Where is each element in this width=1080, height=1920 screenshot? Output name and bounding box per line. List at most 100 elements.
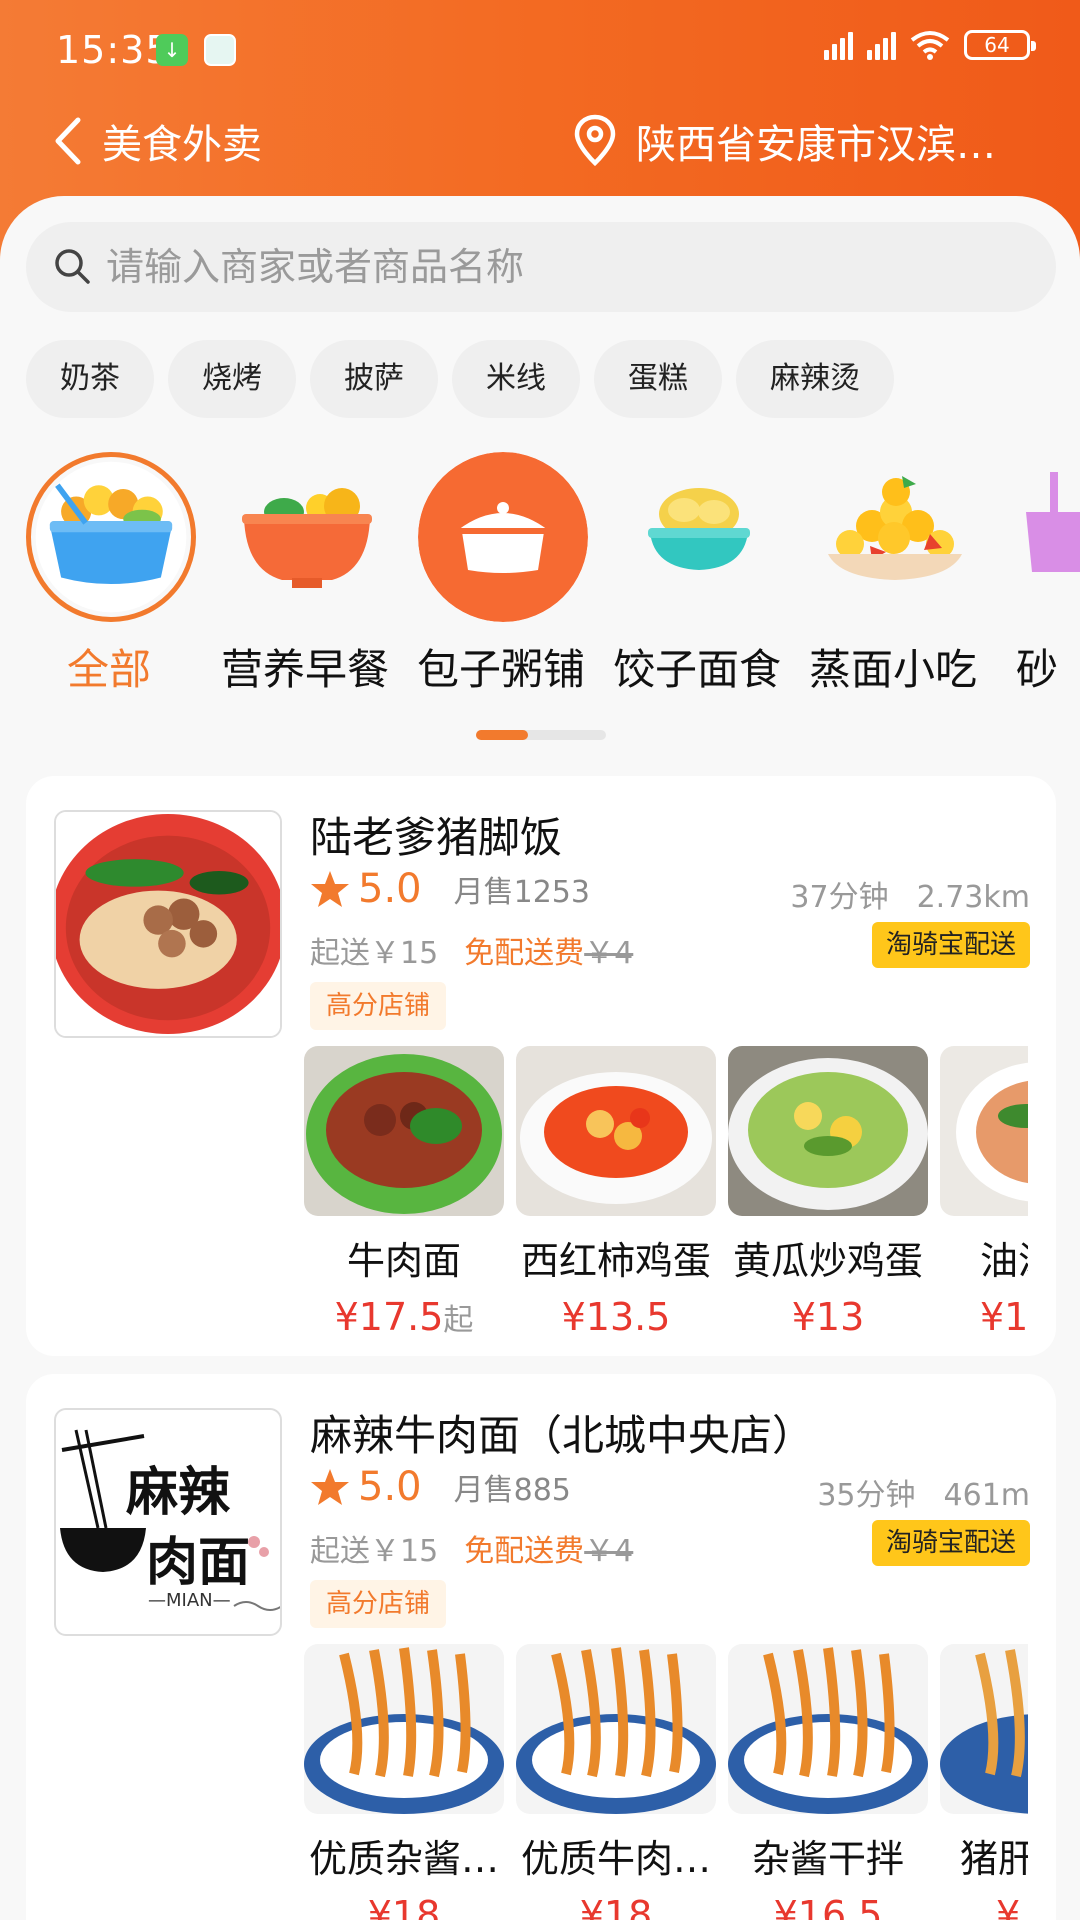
delivery-distance: 461m bbox=[943, 1478, 1030, 1513]
dish-name: 油泼 bbox=[980, 1239, 1028, 1283]
dish-image bbox=[728, 1644, 928, 1814]
location-pin-icon[interactable] bbox=[574, 114, 616, 166]
dish-item[interactable]: 牛肉面 ¥17.5起 bbox=[304, 1046, 504, 1339]
back-arrow-icon[interactable] bbox=[48, 114, 88, 168]
category-label: 营养早餐 bbox=[220, 645, 389, 694]
dish-item[interactable]: 西红柿鸡蛋 ¥13.5 bbox=[516, 1046, 716, 1339]
high-score-badge: 高分店铺 bbox=[310, 982, 447, 1030]
category-label: 饺子面食 bbox=[612, 645, 781, 694]
star-icon bbox=[311, 1469, 349, 1505]
dish-name: 牛肉面 bbox=[346, 1239, 461, 1283]
page-title: 美食外卖 bbox=[102, 122, 262, 168]
category-label: 全部 bbox=[66, 645, 151, 694]
salad-bowl-icon bbox=[242, 488, 372, 588]
fruit-plate-icon bbox=[828, 476, 962, 580]
category-row: 全部 营养早餐 包子粥铺 饺子面食 蒸面小吃 砂 bbox=[0, 452, 1080, 702]
shop-rating: 5.0 月售885 bbox=[310, 1464, 571, 1510]
rider-badge: 淘骑宝配送 bbox=[871, 1520, 1030, 1566]
status-time: 15:35 bbox=[56, 28, 171, 72]
category-bun-porridge[interactable]: 包子粥铺 bbox=[406, 452, 588, 702]
signal-icon bbox=[824, 30, 853, 60]
dish-price: ¥17.5起 bbox=[304, 1295, 504, 1339]
dish-image bbox=[728, 1046, 928, 1216]
dish-name: 优质牛肉… bbox=[520, 1837, 711, 1881]
pot-icon bbox=[418, 452, 588, 622]
dumpling-bowl-icon bbox=[648, 488, 750, 570]
wifi-icon bbox=[910, 31, 950, 60]
dish-image bbox=[516, 1644, 716, 1814]
dish-list: 优质杂酱… ¥18 优质牛肉… ¥18 杂酱干拌 ¥16.5 猪肝 ¥ bbox=[304, 1644, 1028, 1920]
drink-cup-icon bbox=[1026, 472, 1080, 572]
monthly-sales: 月售1253 bbox=[453, 875, 590, 910]
dish-name: 杂酱干拌 bbox=[751, 1837, 904, 1881]
dish-item[interactable]: 优质牛肉… ¥18 bbox=[516, 1644, 716, 1920]
shop-card[interactable]: 陆老爹猪脚饭 5.0 月售1253 37分钟 2.73km 起送￥15 免配送费￥4… bbox=[26, 776, 1056, 1356]
shop-thumbnail bbox=[54, 810, 282, 1038]
dish-name: 优质杂酱… bbox=[308, 1837, 499, 1881]
rider-badge: 淘骑宝配送 bbox=[871, 922, 1030, 968]
category-steamed-noodle[interactable]: 蒸面小吃 bbox=[798, 452, 978, 702]
monthly-sales: 月售885 bbox=[453, 1473, 571, 1508]
chip-bbq[interactable]: 烧烤 bbox=[168, 340, 296, 418]
min-order: 起送￥15 bbox=[310, 1534, 439, 1569]
shop-name: 陆老爹猪脚饭 bbox=[310, 813, 563, 862]
free-delivery: 免配送费 bbox=[464, 1534, 585, 1569]
category-page-indicator bbox=[476, 730, 606, 740]
page-indicator-active bbox=[476, 730, 528, 740]
quick-chips: 奶茶 烧烤 披萨 米线 蛋糕 麻辣烫 bbox=[26, 340, 894, 418]
category-all[interactable]: 全部 bbox=[14, 452, 196, 702]
dish-list: 牛肉面 ¥17.5起 西红柿鸡蛋 ¥13.5 黄瓜炒鸡蛋 ¥13 油 ¥1 bbox=[304, 1046, 1028, 1346]
rating-value: 5.0 bbox=[358, 1464, 422, 1510]
category-breakfast[interactable]: 营养早餐 bbox=[210, 452, 390, 702]
delivery-time: 37分钟 bbox=[790, 880, 889, 915]
chip-pizza[interactable]: 披萨 bbox=[310, 340, 438, 418]
free-delivery: 免配送费 bbox=[464, 936, 585, 971]
delivery-distance: 2.73km bbox=[916, 880, 1030, 915]
shop-card[interactable]: 麻辣 肉面 —MIAN— 麻辣牛肉面（北城中央店） 5.0 月售885 35分钟… bbox=[26, 1374, 1056, 1920]
category-partial[interactable]: 砂 bbox=[994, 452, 1080, 702]
price-suffix: 起 bbox=[443, 1303, 474, 1338]
category-dumpling-noodle[interactable]: 饺子面食 bbox=[602, 452, 782, 702]
download-icon: ↓ bbox=[156, 34, 188, 66]
nav-bar: 美食外卖 陕西省安康市汉滨… bbox=[0, 100, 1080, 180]
shop-thumbnail: 麻辣 肉面 —MIAN— bbox=[54, 1408, 282, 1636]
search-input[interactable] bbox=[106, 222, 1006, 312]
search-icon bbox=[55, 249, 90, 284]
delivery-eta: 37分钟 2.73km bbox=[790, 872, 1030, 916]
dish-price: ¥18 bbox=[579, 1893, 653, 1920]
thumb-text-2: 肉面 bbox=[146, 1532, 251, 1593]
dish-price: ¥16.5 bbox=[773, 1893, 883, 1920]
signal-icon-2 bbox=[867, 30, 896, 60]
dish-price: ¥13.5 bbox=[561, 1295, 671, 1339]
category-label: 蒸面小吃 bbox=[808, 645, 977, 694]
original-fee: ￥4 bbox=[584, 936, 634, 971]
chip-cake[interactable]: 蛋糕 bbox=[594, 340, 722, 418]
rating-value: 5.0 bbox=[358, 866, 422, 912]
app-notification-icon bbox=[204, 34, 236, 66]
dish-item[interactable]: 黄瓜炒鸡蛋 ¥13 bbox=[728, 1046, 928, 1339]
chip-malatang[interactable]: 麻辣烫 bbox=[736, 340, 894, 418]
dish-price: ¥13 bbox=[791, 1295, 865, 1339]
category-label: 砂 bbox=[1016, 645, 1059, 694]
location-text[interactable]: 陕西省安康市汉滨… bbox=[636, 112, 1036, 170]
high-score-badge: 高分店铺 bbox=[310, 1580, 447, 1628]
delivery-fees: 起送￥15 免配送费￥4 bbox=[310, 928, 633, 972]
status-indicators: 64 bbox=[824, 30, 1036, 60]
thumb-text-3: —MIAN— bbox=[148, 1590, 231, 1611]
dish-item[interactable]: 猪肝 ¥ bbox=[940, 1644, 1028, 1920]
chip-rice-noodle[interactable]: 米线 bbox=[452, 340, 580, 418]
dish-item[interactable]: 优质杂酱… ¥18 bbox=[304, 1644, 504, 1920]
dish-item[interactable]: 油泼 ¥11 bbox=[940, 1046, 1028, 1339]
dish-price-value: ¥17.5 bbox=[334, 1295, 444, 1339]
food-bowl-icon bbox=[26, 452, 196, 622]
delivery-eta: 35分钟 461m bbox=[817, 1470, 1030, 1514]
dish-item[interactable]: 杂酱干拌 ¥16.5 bbox=[728, 1644, 928, 1920]
main-panel: 奶茶 烧烤 披萨 米线 蛋糕 麻辣烫 全部 bbox=[0, 196, 1080, 1920]
shop-rating: 5.0 月售1253 bbox=[310, 866, 590, 912]
dish-image bbox=[304, 1046, 504, 1216]
dish-image bbox=[304, 1644, 504, 1814]
chip-milk-tea[interactable]: 奶茶 bbox=[26, 340, 154, 418]
thumb-text-1: 麻辣 bbox=[126, 1462, 231, 1523]
dish-price: ¥11 bbox=[980, 1295, 1028, 1339]
search-bar[interactable] bbox=[26, 222, 1056, 312]
